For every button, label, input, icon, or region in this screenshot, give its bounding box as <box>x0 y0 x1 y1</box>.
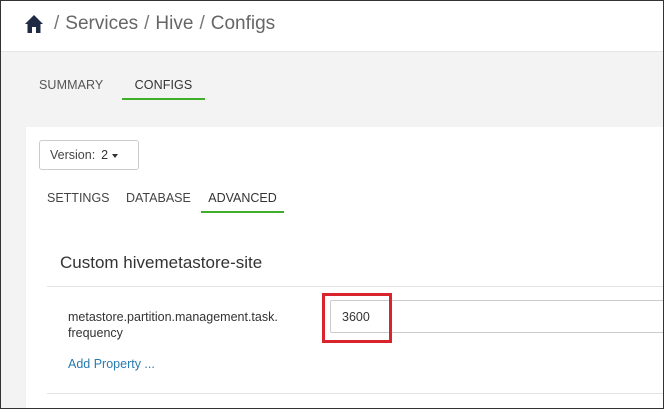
active-tab-underline <box>201 211 284 213</box>
tab-configs-label: CONFIGS <box>134 78 193 92</box>
app-window: / Services / Hive / Configs SUMMARY CONF… <box>0 0 664 409</box>
breadcrumb-services[interactable]: Services <box>65 13 138 35</box>
breadcrumb-separator: / <box>199 13 205 34</box>
add-property-link[interactable]: Add Property ... <box>68 357 155 371</box>
version-dropdown[interactable]: Version: 2 <box>39 140 139 170</box>
tab-configs[interactable]: CONFIGS <box>122 78 205 100</box>
property-name: metastore.partition.management.task. freq… <box>68 309 308 341</box>
breadcrumb-separator: / <box>54 13 60 34</box>
tab-database[interactable]: DATABASE <box>126 191 191 205</box>
property-name-text: metastore.partition.management.task. freq… <box>68 310 278 340</box>
active-tab-underline <box>122 98 205 100</box>
tab-advanced-label: ADVANCED <box>208 191 277 205</box>
breadcrumb-configs: Configs <box>210 13 276 34</box>
section-title[interactable]: Custom hivemetastore-site <box>60 253 262 273</box>
breadcrumb-hive[interactable]: Hive <box>155 13 193 35</box>
custom-site-section: Custom hivemetastore-site metastore.part… <box>47 237 663 397</box>
main-content: SUMMARY CONFIGS Version: 2 SETTINGS DATA… <box>1 52 663 408</box>
breadcrumb: / Services / Hive / Configs <box>24 13 275 35</box>
version-value: 2 <box>101 148 109 162</box>
tab-settings[interactable]: SETTINGS <box>47 191 110 205</box>
section-bottom-divider <box>47 393 663 394</box>
caret-down-icon <box>112 154 119 158</box>
version-label: Version: <box>50 148 96 162</box>
property-value-input[interactable] <box>330 300 663 333</box>
page-header: / Services / Hive / Configs <box>1 1 663 52</box>
config-panel: Version: 2 SETTINGS DATABASE ADVANCED Cu… <box>26 127 663 408</box>
breadcrumb-separator: / <box>144 13 150 34</box>
tab-summary[interactable]: SUMMARY <box>39 78 103 92</box>
home-icon[interactable] <box>24 14 44 34</box>
service-tabs: SUMMARY CONFIGS <box>1 52 663 112</box>
section-divider <box>47 286 663 287</box>
tab-advanced[interactable]: ADVANCED <box>201 191 284 213</box>
